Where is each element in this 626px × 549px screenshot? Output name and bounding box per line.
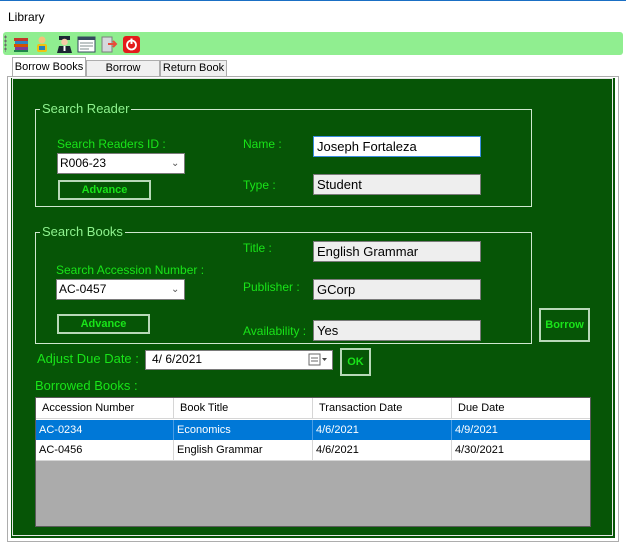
type-label: Type : xyxy=(243,178,276,192)
column-header-accession-number[interactable]: Accession Number xyxy=(36,398,174,419)
title-label: Title : xyxy=(243,241,272,255)
chevron-down-icon[interactable]: ⌄ xyxy=(171,154,181,173)
books-advance-button[interactable]: Advance xyxy=(57,314,150,334)
cell-book-title: English Grammar xyxy=(174,440,313,460)
title-field[interactable]: English Grammar xyxy=(313,241,481,262)
search-reader-title: Search Reader xyxy=(40,101,132,116)
borrowed-books-label: Borrowed Books : xyxy=(35,378,138,393)
due-date-picker[interactable]: 4/ 6/2021 xyxy=(145,350,333,370)
calendar-icon[interactable] xyxy=(308,352,328,372)
reader-advance-button[interactable]: Advance xyxy=(58,180,151,200)
cell-accession-number: AC-0234 xyxy=(36,420,174,440)
publisher-field[interactable]: GCorp xyxy=(313,279,481,300)
cell-accession-number: AC-0456 xyxy=(36,440,174,460)
cell-transaction-date: 4/6/2021 xyxy=(313,420,452,440)
search-readers-id-label: Search Readers ID : xyxy=(57,137,166,151)
due-date-ok-button[interactable]: OK xyxy=(340,348,371,376)
table-header: Accession Number Book Title Transaction … xyxy=(36,398,590,420)
reader-id-combo[interactable]: R006-23 ⌄ xyxy=(57,153,185,174)
publisher-label: Publisher : xyxy=(243,280,300,294)
reader-icon[interactable] xyxy=(32,34,51,53)
cell-transaction-date: 4/6/2021 xyxy=(313,440,452,460)
name-field[interactable]: Joseph Fortaleza xyxy=(313,136,481,157)
table-row[interactable]: AC-0456 English Grammar 4/6/2021 4/30/20… xyxy=(36,440,590,461)
column-header-due-date[interactable]: Due Date xyxy=(452,398,590,419)
tab-borrow-history[interactable]: Borrow History xyxy=(86,60,160,89)
column-header-book-title[interactable]: Book Title xyxy=(174,398,313,419)
tab-return-book[interactable]: Return Book xyxy=(160,60,227,77)
chevron-down-icon[interactable]: ⌄ xyxy=(171,280,181,299)
borrow-button[interactable]: Borrow xyxy=(539,308,590,342)
toolbar xyxy=(3,32,623,55)
power-icon[interactable] xyxy=(121,34,140,53)
window-title: Library xyxy=(8,10,45,24)
title-bar: Library xyxy=(0,0,626,31)
search-books-title: Search Books xyxy=(40,224,125,239)
toolbar-grip[interactable] xyxy=(4,35,7,52)
column-header-transaction-date[interactable]: Transaction Date xyxy=(313,398,452,419)
accession-number-combo[interactable]: AC-0457 ⌄ xyxy=(56,279,185,300)
type-field[interactable]: Student xyxy=(313,174,481,195)
exit-door-icon[interactable] xyxy=(98,34,118,53)
books-icon[interactable] xyxy=(11,34,30,53)
table-row[interactable]: AC-0234 Economics 4/6/2021 4/9/2021 xyxy=(36,420,590,440)
availability-label: Availability : xyxy=(243,324,307,338)
tab-borrow-books[interactable]: Borrow Books xyxy=(12,57,86,78)
cell-book-title: Economics xyxy=(174,420,313,440)
due-date-value: 4/ 6/2021 xyxy=(152,352,203,366)
report-icon[interactable] xyxy=(76,34,96,53)
borrowed-books-table[interactable]: Accession Number Book Title Transaction … xyxy=(35,397,591,527)
name-label: Name : xyxy=(243,137,282,151)
availability-field[interactable]: Yes xyxy=(313,320,481,341)
cell-due-date: 4/30/2021 xyxy=(455,444,504,456)
adjust-due-date-label: Adjust Due Date : xyxy=(37,351,139,366)
cell-due-date: 4/9/2021 xyxy=(455,424,498,436)
librarian-icon[interactable] xyxy=(54,34,73,53)
reader-id-value: R006-23 xyxy=(60,156,107,170)
accession-number-value: AC-0457 xyxy=(59,282,107,296)
accession-number-label: Search Accession Number : xyxy=(56,263,205,277)
